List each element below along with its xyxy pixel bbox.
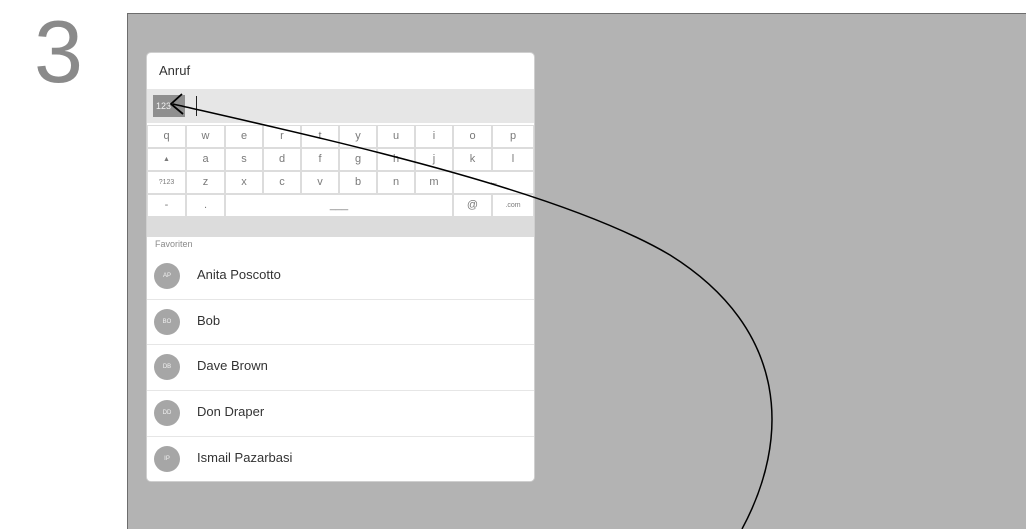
favorites-section-label: Favoriten bbox=[155, 239, 193, 249]
at-key[interactable]: @ bbox=[454, 195, 491, 216]
key-r[interactable]: r bbox=[264, 126, 300, 147]
key-o[interactable]: o bbox=[454, 126, 491, 147]
favorite-name: Anita Poscotto bbox=[197, 267, 281, 282]
space-key[interactable]: ___ bbox=[226, 195, 452, 216]
key-z[interactable]: z bbox=[187, 172, 224, 193]
shift-key[interactable]: ▲ bbox=[148, 149, 185, 170]
key-n[interactable]: n bbox=[378, 172, 414, 193]
key-t[interactable]: t bbox=[302, 126, 338, 147]
key-p[interactable]: p bbox=[493, 126, 533, 147]
numeric-mode-button[interactable]: 123 bbox=[153, 95, 185, 117]
dotcom-key[interactable]: .com bbox=[493, 195, 533, 216]
key-s[interactable]: s bbox=[226, 149, 262, 170]
favorite-name: Bob bbox=[197, 313, 221, 328]
avatar: AP bbox=[154, 263, 180, 289]
step-number: 3 bbox=[34, 2, 83, 101]
favorite-name: Dave Brown bbox=[197, 358, 268, 373]
favorite-item[interactable]: AP Anita Poscotto bbox=[147, 254, 534, 299]
key-e[interactable]: e bbox=[226, 126, 262, 147]
key-b[interactable]: b bbox=[340, 172, 376, 193]
key-q[interactable]: q bbox=[148, 126, 185, 147]
avatar: IP bbox=[154, 446, 180, 472]
call-dialog: Anruf 123 q w e r t y u i o p ▲ a s d f … bbox=[147, 53, 534, 481]
key-h[interactable]: h bbox=[378, 149, 414, 170]
favorite-item[interactable]: DD Don Draper bbox=[147, 390, 534, 435]
on-screen-keyboard: q w e r t y u i o p ▲ a s d f g h j k l … bbox=[147, 125, 534, 237]
key-a[interactable]: a bbox=[187, 149, 224, 170]
period-key[interactable]: . bbox=[187, 195, 224, 216]
key-w[interactable]: w bbox=[187, 126, 224, 147]
backspace-key[interactable]: ← bbox=[454, 172, 533, 193]
text-cursor bbox=[196, 96, 197, 116]
key-u[interactable]: u bbox=[378, 126, 414, 147]
favorite-item[interactable]: BO Bob bbox=[147, 299, 534, 344]
dial-input-field[interactable]: 123 bbox=[147, 89, 534, 123]
avatar: DD bbox=[154, 400, 180, 426]
avatar: DB bbox=[154, 354, 180, 380]
key-y[interactable]: y bbox=[340, 126, 376, 147]
key-m[interactable]: m bbox=[416, 172, 452, 193]
key-i[interactable]: i bbox=[416, 126, 452, 147]
symbols-key[interactable]: ?123 bbox=[148, 172, 185, 193]
key-g[interactable]: g bbox=[340, 149, 376, 170]
key-j[interactable]: j bbox=[416, 149, 452, 170]
favorite-name: Don Draper bbox=[197, 404, 265, 419]
dialog-title: Anruf bbox=[159, 63, 191, 78]
hyphen-key[interactable]: - bbox=[148, 195, 185, 216]
favorite-item[interactable]: IP Ismail Pazarbasi bbox=[147, 436, 534, 481]
key-l[interactable]: l bbox=[493, 149, 533, 170]
key-v[interactable]: v bbox=[302, 172, 338, 193]
key-f[interactable]: f bbox=[302, 149, 338, 170]
avatar: BO bbox=[154, 309, 180, 335]
key-x[interactable]: x bbox=[226, 172, 262, 193]
favorite-name: Ismail Pazarbasi bbox=[197, 450, 293, 465]
favorite-item[interactable]: DB Dave Brown bbox=[147, 344, 534, 389]
key-c[interactable]: c bbox=[264, 172, 300, 193]
key-k[interactable]: k bbox=[454, 149, 491, 170]
key-d[interactable]: d bbox=[264, 149, 300, 170]
